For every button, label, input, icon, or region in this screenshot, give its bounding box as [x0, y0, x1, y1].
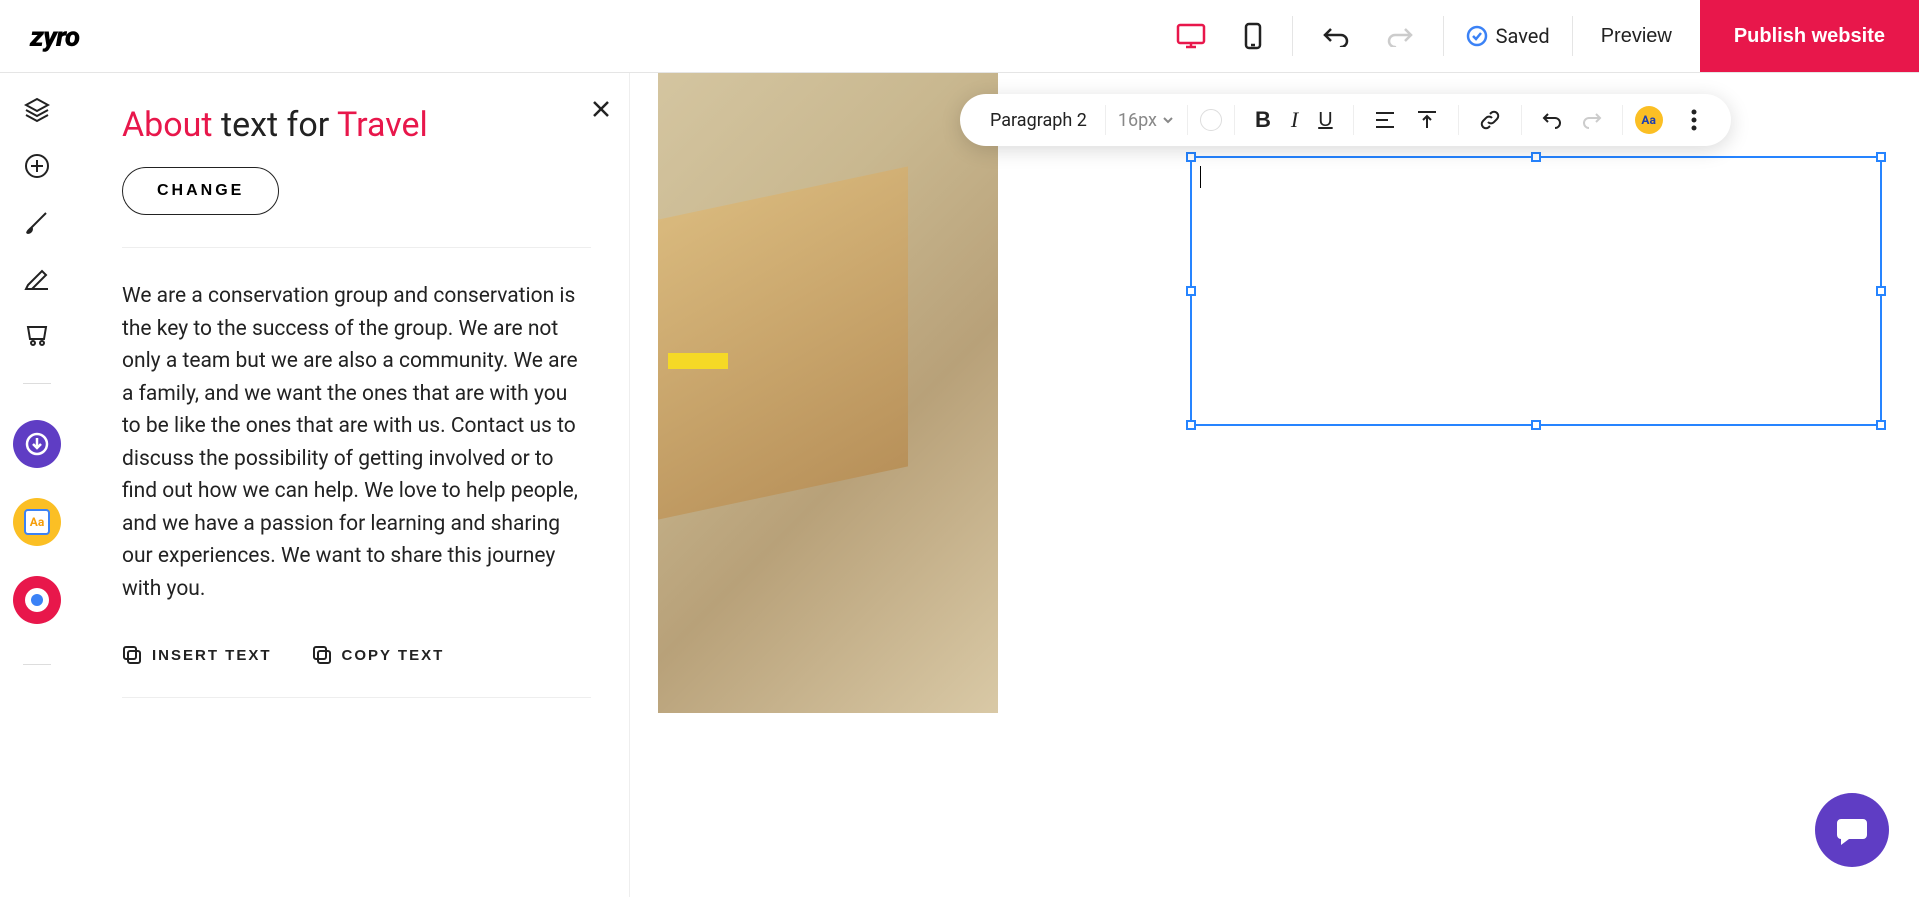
- rail-divider: [23, 383, 51, 384]
- resize-handle-br[interactable]: [1876, 420, 1886, 430]
- blog-button[interactable]: [24, 265, 50, 291]
- insert-icon: [122, 645, 142, 665]
- underline-button[interactable]: U: [1310, 103, 1340, 138]
- section-image[interactable]: [658, 73, 998, 713]
- font-size-label: 16px: [1118, 110, 1157, 131]
- generated-text: We are a conservation group and conserva…: [122, 280, 591, 605]
- redo-icon: [1387, 25, 1413, 47]
- align-left-icon: [1374, 111, 1396, 129]
- panel-title: About text for Travel: [122, 105, 591, 145]
- title-part-3: Travel: [337, 105, 428, 145]
- align-button[interactable]: [1366, 105, 1404, 135]
- brush-icon: [24, 209, 50, 235]
- undo-icon: [1542, 111, 1562, 129]
- text-style-selector[interactable]: Paragraph 2: [978, 94, 1105, 146]
- import-button[interactable]: [13, 420, 61, 468]
- mobile-icon: [1244, 22, 1262, 50]
- panel-actions: INSERT TEXT COPY TEXT: [122, 645, 591, 665]
- redo-icon: [1582, 111, 1602, 129]
- text-style-label: Paragraph 2: [990, 110, 1093, 131]
- ai-writer-button[interactable]: Aa: [13, 498, 61, 546]
- vertical-align-button[interactable]: [1408, 104, 1446, 136]
- store-button[interactable]: [24, 321, 50, 347]
- bold-button[interactable]: B: [1247, 101, 1279, 139]
- title-part-1: About: [122, 105, 213, 145]
- copy-text-button[interactable]: COPY TEXT: [312, 645, 445, 665]
- chat-icon: [1835, 813, 1869, 847]
- text-redo-button[interactable]: [1574, 105, 1610, 135]
- left-toolbar: Aa: [0, 73, 74, 897]
- text-color-button[interactable]: [1200, 109, 1222, 131]
- undo-button[interactable]: [1313, 17, 1359, 55]
- resize-handle-mr[interactable]: [1876, 286, 1886, 296]
- italic-icon: I: [1291, 107, 1298, 133]
- close-icon: [591, 99, 611, 119]
- app-header: zyro Saved Preview Publ: [0, 0, 1919, 73]
- ai-badge-icon: Aa: [24, 509, 50, 535]
- more-options-button[interactable]: [1687, 109, 1701, 131]
- heatmap-button[interactable]: [13, 576, 61, 624]
- styles-button[interactable]: [24, 209, 50, 235]
- underline-icon: U: [1318, 109, 1332, 132]
- ai-content-panel: About text for Travel CHANGE We are a co…: [84, 73, 630, 897]
- close-panel-button[interactable]: [591, 99, 611, 119]
- pen-icon: [24, 265, 50, 291]
- italic-button[interactable]: I: [1283, 101, 1306, 139]
- history-group: [1293, 0, 1443, 72]
- resize-handle-tm[interactable]: [1531, 152, 1541, 162]
- text-selection-box[interactable]: [1190, 156, 1882, 426]
- resize-handle-bm[interactable]: [1531, 420, 1541, 430]
- download-circle-icon: [25, 432, 49, 456]
- plus-circle-icon: [24, 153, 50, 179]
- align-top-icon: [1416, 110, 1438, 130]
- copy-icon: [312, 645, 332, 665]
- device-switcher: [1146, 0, 1292, 72]
- cart-icon: [24, 321, 50, 347]
- text-format-toolbar: Paragraph 2 16px B I U: [960, 94, 1731, 146]
- insert-text-button[interactable]: INSERT TEXT: [122, 645, 272, 665]
- resize-handle-ml[interactable]: [1186, 286, 1196, 296]
- add-element-button[interactable]: [24, 153, 50, 179]
- saved-label: Saved: [1496, 24, 1550, 48]
- layers-button[interactable]: [24, 97, 50, 123]
- kebab-icon: [1691, 109, 1697, 131]
- resize-handle-tr[interactable]: [1876, 152, 1886, 162]
- chevron-down-icon: [1161, 113, 1175, 127]
- desktop-view-button[interactable]: [1166, 15, 1216, 57]
- save-status: Saved: [1444, 24, 1572, 48]
- panel-divider: [122, 697, 591, 698]
- link-button[interactable]: [1471, 103, 1509, 137]
- text-undo-button[interactable]: [1534, 105, 1570, 135]
- editor-canvas[interactable]: [630, 73, 1919, 897]
- ai-writer-toolbar-button[interactable]: Aa: [1635, 106, 1663, 134]
- title-part-2: text for: [213, 105, 338, 145]
- rail-divider: [23, 664, 51, 665]
- resize-handle-tl[interactable]: [1186, 152, 1196, 162]
- logo: zyro: [30, 20, 79, 53]
- link-icon: [1479, 109, 1501, 131]
- layers-icon: [24, 97, 50, 123]
- change-button[interactable]: CHANGE: [122, 167, 279, 215]
- preview-button[interactable]: Preview: [1573, 0, 1700, 72]
- font-size-selector[interactable]: 16px: [1106, 94, 1187, 146]
- header-actions: Saved Preview Publish website: [1146, 0, 1919, 72]
- eye-icon: [25, 588, 49, 612]
- publish-button[interactable]: Publish website: [1700, 0, 1919, 72]
- redo-button[interactable]: [1377, 17, 1423, 55]
- bold-icon: B: [1255, 107, 1271, 133]
- saved-check-icon: [1466, 25, 1488, 47]
- mobile-view-button[interactable]: [1234, 14, 1272, 58]
- text-cursor: [1200, 166, 1201, 188]
- support-chat-button[interactable]: [1815, 793, 1889, 867]
- panel-divider: [122, 247, 591, 248]
- undo-icon: [1323, 25, 1349, 47]
- resize-handle-bl[interactable]: [1186, 420, 1196, 430]
- desktop-icon: [1176, 23, 1206, 49]
